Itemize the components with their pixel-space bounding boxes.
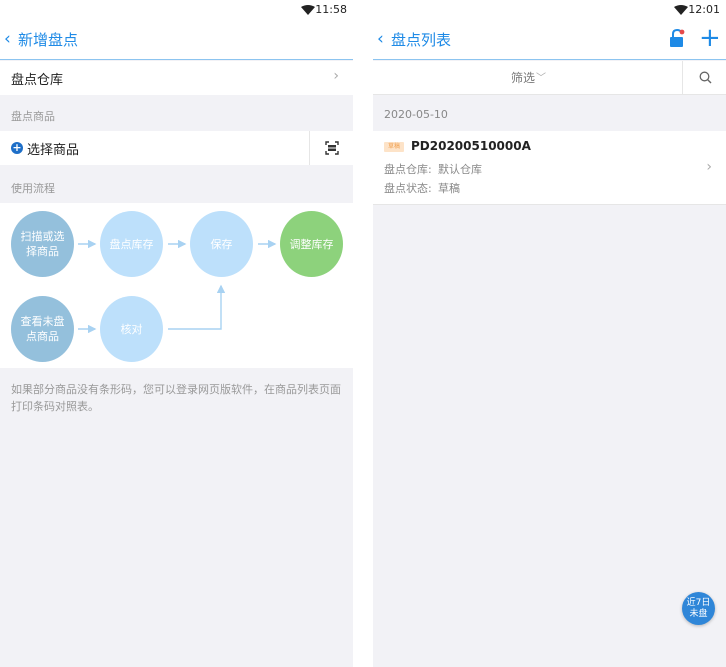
- chevron-left-icon[interactable]: ‹: [377, 28, 384, 50]
- page-title: 新增盘点: [18, 31, 79, 49]
- nav-bar: ‹ 新增盘点: [0, 20, 353, 60]
- status-badge: 草稿: [384, 142, 404, 152]
- search-icon: [699, 71, 712, 84]
- flow-step-adjust: 调整库存: [280, 211, 343, 277]
- plus-circle-icon[interactable]: +: [11, 142, 23, 154]
- barcode-tip: 如果部分商品没有条形码，您可以登录网页版软件，在商品列表页面打印条码对照表。: [11, 383, 341, 413]
- unlock-icon[interactable]: [669, 29, 685, 47]
- page-title: 盘点列表: [391, 31, 452, 49]
- status-time: 12:01: [688, 3, 720, 16]
- flow-step-verify: 核对: [100, 296, 163, 362]
- date-group-header: 2020-05-10: [384, 108, 448, 121]
- status-bar: 11:58: [0, 0, 353, 20]
- flow-step-view-unchecked: 查看未盘点商品: [11, 296, 74, 362]
- select-goods-row: + 选择商品: [0, 131, 353, 165]
- status-time: 11:58: [315, 3, 347, 16]
- flow-section-label: 使用流程: [11, 182, 55, 195]
- record-warehouse-value: 默认仓库: [438, 163, 482, 176]
- float-button-line2: 未盘: [689, 608, 708, 619]
- status-bar: 12:01: [373, 0, 726, 20]
- scan-button[interactable]: [309, 131, 353, 165]
- wifi-icon: [674, 5, 688, 15]
- chevron-left-icon[interactable]: ‹: [4, 28, 11, 50]
- recent-unchecked-button[interactable]: 近7日 未盘: [682, 592, 715, 625]
- plus-icon[interactable]: +: [699, 23, 721, 53]
- nav-bar: ‹ 盘点列表 +: [373, 20, 726, 60]
- chevron-right-icon: ›: [706, 159, 712, 175]
- record-status-label: 盘点状态:: [384, 182, 432, 195]
- wifi-icon: [301, 5, 315, 15]
- filter-bar: 筛选 ﹀: [373, 61, 726, 95]
- chevron-right-icon: ›: [333, 68, 339, 84]
- flow-step-save: 保存: [190, 211, 253, 277]
- float-button-line1: 近7日: [686, 597, 711, 608]
- record-code: PD20200510000A: [411, 139, 531, 153]
- record-status-value: 草稿: [438, 182, 460, 195]
- search-button[interactable]: [682, 61, 726, 95]
- barcode-scan-icon: [325, 141, 339, 155]
- goods-section-label: 盘点商品: [11, 110, 55, 123]
- select-goods-button[interactable]: 选择商品: [27, 139, 79, 158]
- flow-step-scan: 扫描或选择商品: [11, 211, 74, 277]
- new-stocktake-screen: 11:58 ‹ 新增盘点 盘点仓库 › 盘点商品 + 选择商品 使用流程 扫描或…: [0, 0, 353, 667]
- usage-flow-diagram: 扫描或选择商品 盘点库存 保存 调整库存 查看未盘点商品 核对: [0, 203, 353, 368]
- warehouse-label: 盘点仓库: [11, 73, 64, 88]
- stocktake-list-screen: 12:01 ‹ 盘点列表 + 筛选 ﹀ 2020-05-10 草稿 PD2020…: [373, 0, 726, 667]
- warehouse-row[interactable]: 盘点仓库 ›: [0, 61, 353, 95]
- chevron-down-icon: ﹀: [536, 73, 546, 84]
- record-warehouse-label: 盘点仓库:: [384, 163, 432, 176]
- filter-button[interactable]: 筛选: [511, 69, 535, 86]
- stocktake-record[interactable]: 草稿 PD20200510000A 盘点仓库: 默认仓库 盘点状态: 草稿 ›: [373, 131, 726, 205]
- flow-step-inventory: 盘点库存: [100, 211, 163, 277]
